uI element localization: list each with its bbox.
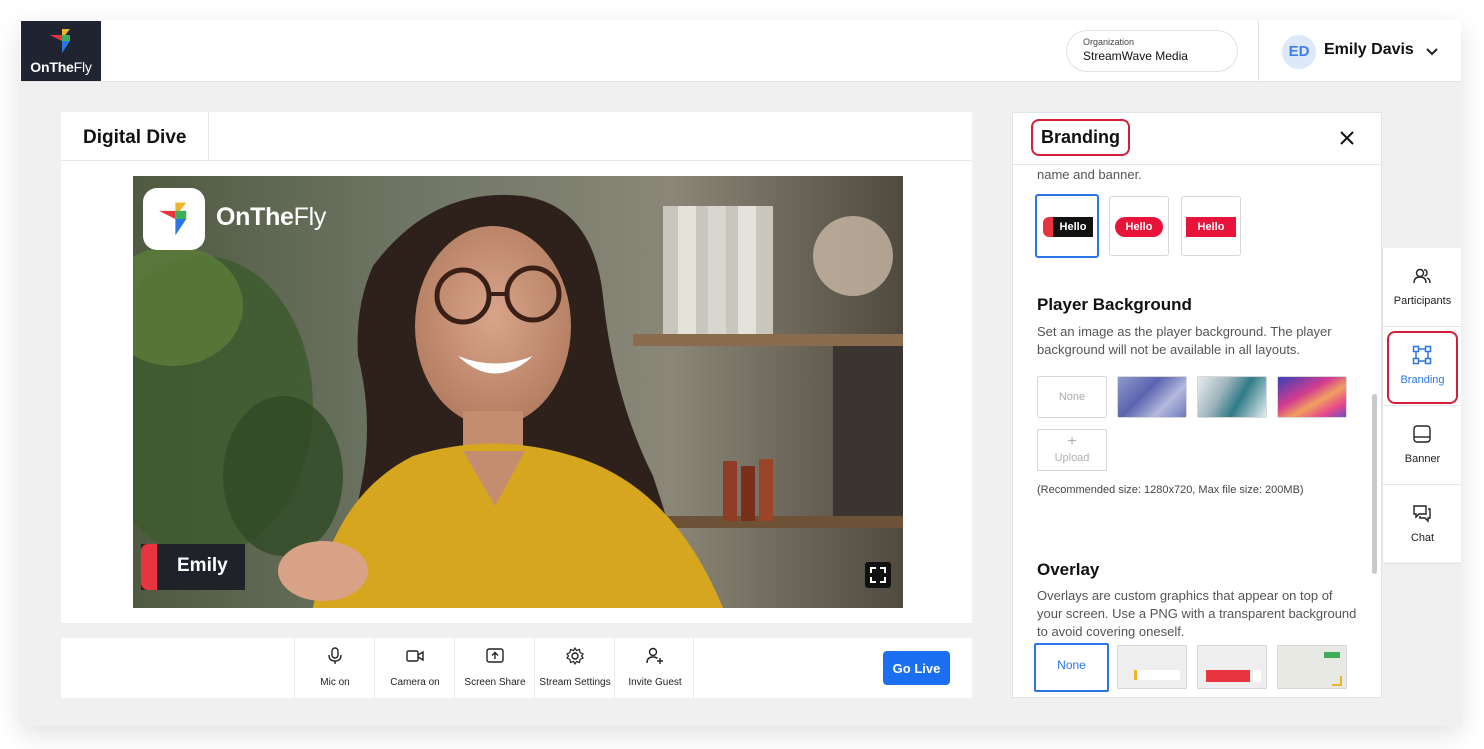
participant-name: Emily	[177, 555, 228, 576]
video-frame-image	[133, 176, 903, 608]
invite-guest-label: Invite Guest	[628, 677, 682, 688]
background-none-option[interactable]: None	[1037, 376, 1107, 418]
gear-icon	[566, 646, 584, 666]
overlay-preview-banner	[1134, 670, 1180, 680]
active-tab-highlight	[1387, 331, 1458, 404]
fullscreen-icon	[870, 567, 886, 583]
background-option-teal[interactable]	[1197, 376, 1267, 418]
tab-banner[interactable]: Banner	[1383, 406, 1461, 485]
brand-logo-badge	[143, 188, 205, 250]
branding-icon	[1412, 345, 1432, 365]
participant-name-banner: Emily	[141, 544, 245, 590]
chevron-down-icon[interactable]	[1424, 44, 1440, 60]
stream-settings-label: Stream Settings	[539, 677, 611, 688]
screen-share-label: Screen Share	[464, 677, 526, 688]
overlay-option-2[interactable]	[1197, 645, 1267, 689]
tab-branding[interactable]: Branding	[1383, 327, 1461, 406]
organization-selector[interactable]: Organization StreamWave Media	[1066, 30, 1238, 72]
camera-button[interactable]: Camera on	[374, 638, 454, 698]
background-recommendation: (Recommended size: 1280x720, Max file si…	[1037, 484, 1304, 496]
panel-title: Branding	[1031, 119, 1130, 156]
user-name[interactable]: Emily Davis	[1324, 41, 1414, 59]
banner-style-preview: Hello	[1043, 217, 1093, 237]
branding-panel: Branding name and banner. Hello Hello He…	[1012, 112, 1382, 698]
overlay-preview-banner	[1206, 670, 1250, 682]
mic-label: Mic on	[320, 677, 350, 688]
tab-label: Branding	[1400, 374, 1445, 386]
mic-button[interactable]: Mic on	[294, 638, 374, 698]
upload-background-button[interactable]: + Upload	[1037, 429, 1107, 471]
banner-style-option[interactable]: Hello	[1181, 196, 1241, 256]
divider	[1258, 20, 1259, 82]
side-tabs: Participants Branding Banner Chat	[1382, 248, 1461, 564]
participants-icon	[1413, 268, 1431, 284]
overlay-preview-logo	[1253, 670, 1261, 682]
control-bar: Mic on Camera on Screen Share Stream Set…	[61, 638, 972, 698]
background-option-colorful[interactable]	[1277, 376, 1347, 418]
panel-header: Branding	[1013, 113, 1381, 165]
camera-label: Camera on	[390, 677, 440, 688]
tab-participants[interactable]: Participants	[1383, 248, 1461, 327]
organization-name: StreamWave Media	[1083, 49, 1188, 63]
overlay-none-option[interactable]: None	[1034, 643, 1109, 692]
overlay-heading: Overlay	[1037, 560, 1100, 579]
logo-text: OnTheFly	[30, 59, 92, 75]
overlay-preview-corner	[1332, 676, 1342, 686]
stream-settings-button[interactable]: Stream Settings	[534, 638, 614, 698]
organization-label: Organization	[1083, 37, 1135, 47]
background-option-purple[interactable]	[1117, 376, 1187, 418]
camera-icon	[406, 650, 424, 662]
upload-label: Upload	[1054, 452, 1090, 464]
plus-icon: +	[1067, 433, 1077, 450]
overlay-preview-badge	[1324, 652, 1340, 658]
player-background-description: Set an image as the player background. T…	[1037, 324, 1332, 357]
tab-label: Participants	[1393, 295, 1452, 307]
banner-style-intro: name and banner.	[1037, 167, 1142, 182]
logo-mark-icon	[50, 29, 70, 53]
close-icon[interactable]	[1338, 129, 1356, 147]
divider	[208, 112, 209, 161]
screen-share-icon	[486, 648, 504, 663]
banner-icon	[1413, 425, 1431, 443]
invite-guest-button[interactable]: Invite Guest	[614, 638, 694, 698]
brand-logo-text: OnTheFly	[216, 203, 327, 231]
overlay-option-3[interactable]	[1277, 645, 1347, 689]
app-logo[interactable]: OnTheFly	[21, 21, 101, 81]
overlay-option-1[interactable]	[1117, 645, 1187, 689]
top-bar: OnTheFly Organization StreamWave Media E…	[20, 20, 1461, 82]
tab-label: Banner	[1404, 453, 1441, 465]
tab-label: Chat	[1410, 532, 1435, 544]
player-background-heading: Player Background	[1037, 295, 1192, 314]
panel-scrollbar[interactable]	[1372, 394, 1377, 574]
go-live-button[interactable]: Go Live	[883, 651, 950, 685]
chat-icon	[1413, 505, 1431, 523]
stage-panel: Digital Dive OnTheFly Emily	[61, 112, 972, 623]
add-user-icon	[646, 647, 663, 664]
avatar[interactable]: ED	[1282, 35, 1316, 69]
stage-header: Digital Dive	[61, 112, 972, 161]
banner-style-option[interactable]: Hello	[1035, 194, 1099, 258]
overlay-description: Overlays are custom graphics that appear…	[1037, 588, 1357, 639]
mic-icon	[328, 647, 342, 664]
screen-share-button[interactable]: Screen Share	[454, 638, 534, 698]
logo-mark-icon	[159, 202, 187, 236]
stage-title[interactable]: Digital Dive	[83, 127, 186, 149]
tab-chat[interactable]: Chat	[1383, 485, 1461, 564]
banner-style-preview: Hello	[1115, 217, 1163, 237]
app-window: OnTheFly Organization StreamWave Media E…	[20, 20, 1461, 726]
banner-style-option[interactable]: Hello	[1109, 196, 1169, 256]
panel-body: name and banner. Hello Hello Hello Playe…	[1013, 166, 1381, 697]
video-preview: OnTheFly Emily	[133, 176, 903, 608]
fullscreen-button[interactable]	[865, 562, 891, 588]
banner-style-preview: Hello	[1186, 217, 1236, 237]
name-banner-accent	[141, 544, 157, 590]
divider	[693, 638, 694, 698]
